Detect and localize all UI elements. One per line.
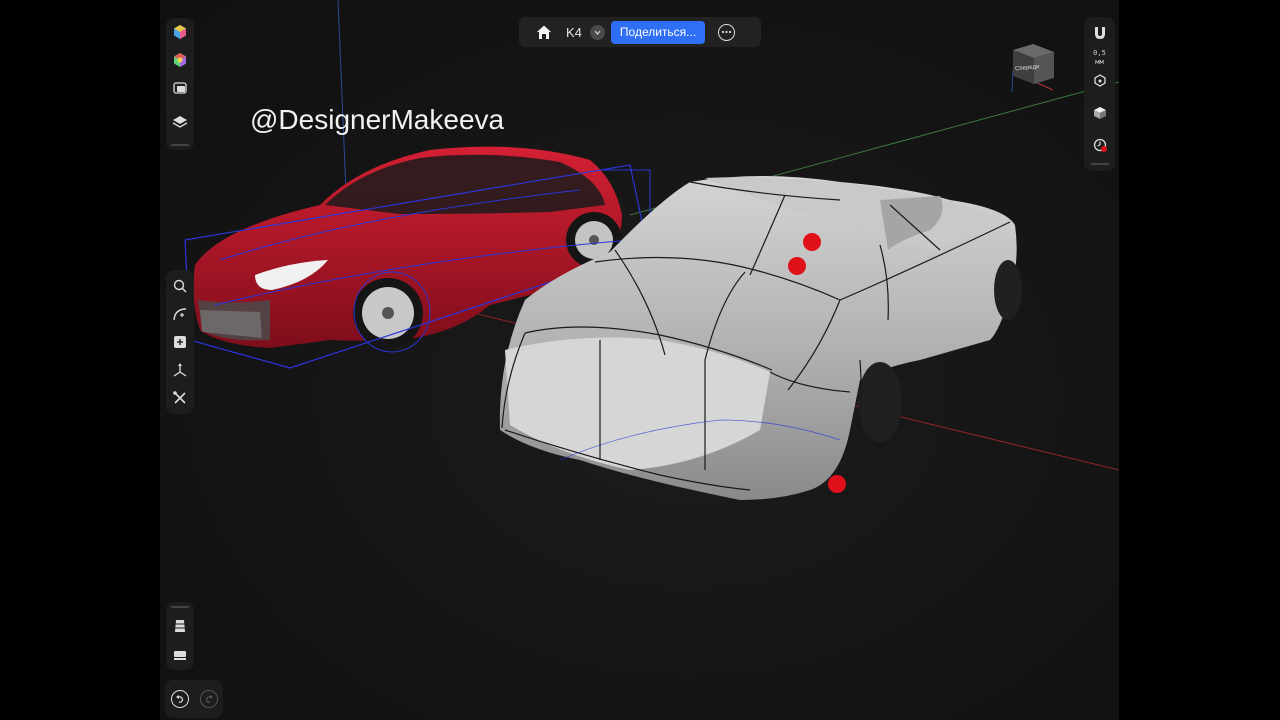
left-toolbar-top bbox=[166, 18, 194, 150]
divider bbox=[1090, 163, 1109, 165]
shading-cube-icon[interactable] bbox=[1086, 99, 1114, 127]
colored-cube-icon[interactable] bbox=[166, 18, 194, 46]
snap-value[interactable]: 0,5 мм bbox=[1093, 49, 1106, 67]
subdivision-icon[interactable] bbox=[166, 612, 194, 640]
layers-icon[interactable] bbox=[166, 108, 194, 136]
divider bbox=[171, 144, 189, 146]
add-primitive-icon[interactable] bbox=[166, 328, 194, 356]
right-toolbar: 0,5 мм bbox=[1084, 17, 1115, 171]
control-point[interactable] bbox=[803, 233, 821, 251]
search-icon[interactable] bbox=[166, 272, 194, 300]
ellipsis-icon[interactable] bbox=[718, 23, 736, 41]
history-clock-icon[interactable] bbox=[1086, 131, 1114, 159]
left-toolbar-bottom bbox=[166, 602, 194, 670]
undo-icon[interactable] bbox=[170, 690, 189, 708]
magnet-icon[interactable] bbox=[1086, 19, 1114, 47]
control-point[interactable] bbox=[828, 475, 846, 493]
snap-number: 0,5 bbox=[1093, 49, 1106, 57]
measure-icon[interactable] bbox=[166, 640, 194, 668]
transform-gizmo-icon[interactable] bbox=[166, 356, 194, 384]
snap-unit: мм bbox=[1095, 58, 1104, 66]
watermark: @DesignerMakeeva bbox=[250, 104, 505, 135]
divider bbox=[171, 606, 189, 608]
document-name[interactable]: K4 bbox=[566, 25, 582, 40]
image-import-icon[interactable] bbox=[166, 74, 194, 102]
top-bar: K4 Поделиться... bbox=[519, 17, 761, 47]
history-controls bbox=[165, 680, 223, 718]
3d-viewport[interactable]: Спереди @DesignerMakeeva K4 Поделиться..… bbox=[160, 0, 1119, 720]
modify-tools-icon[interactable] bbox=[166, 384, 194, 412]
navigation-cube[interactable]: Спереди bbox=[1011, 44, 1054, 93]
curve-tool-icon[interactable] bbox=[166, 300, 194, 328]
pivot-icon[interactable] bbox=[1086, 69, 1114, 91]
left-toolbar-middle bbox=[166, 270, 194, 414]
chevron-down-icon[interactable] bbox=[589, 24, 605, 40]
share-button[interactable]: Поделиться... bbox=[610, 20, 706, 44]
redo-icon[interactable] bbox=[199, 690, 218, 708]
control-point[interactable] bbox=[788, 257, 806, 275]
material-sphere-icon[interactable] bbox=[166, 46, 194, 74]
home-icon[interactable] bbox=[533, 21, 555, 43]
